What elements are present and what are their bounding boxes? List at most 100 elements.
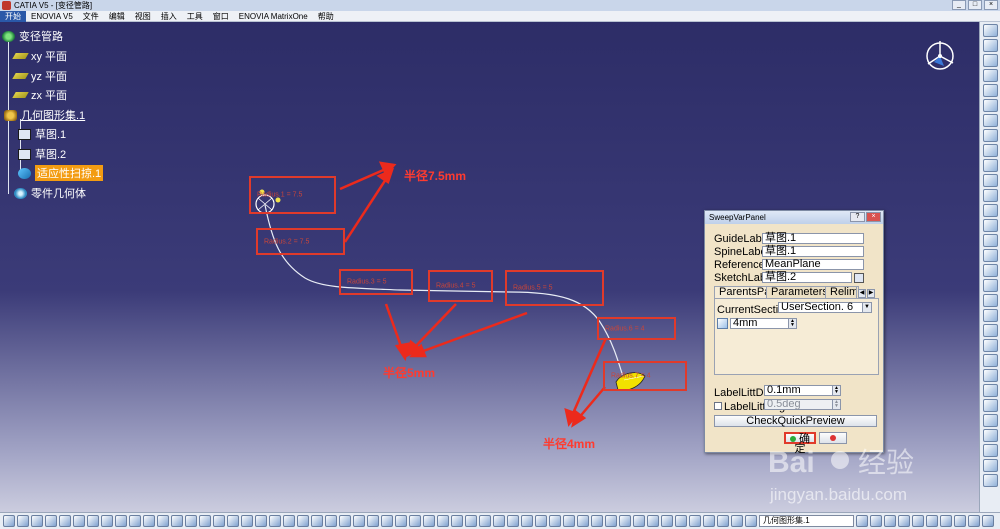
- toolbar-tool-icon[interactable]: [31, 515, 43, 527]
- toolbar-tool-icon[interactable]: [926, 515, 938, 527]
- cancel-button[interactable]: [819, 432, 847, 444]
- spine-field[interactable]: 草图.1: [762, 246, 864, 257]
- toolbar-tool-icon[interactable]: [982, 84, 998, 97]
- help-button[interactable]: ?: [850, 212, 865, 222]
- toolbar-tool-icon[interactable]: [493, 515, 505, 527]
- toolbar-tool-icon[interactable]: [661, 515, 673, 527]
- toolbar-tool-icon[interactable]: [982, 429, 998, 442]
- toolbar-tool-icon[interactable]: [87, 515, 99, 527]
- toolbar-tool-icon[interactable]: [982, 294, 998, 307]
- toolbar-tool-icon[interactable]: [982, 339, 998, 352]
- toolbar-tool-icon[interactable]: [395, 515, 407, 527]
- toolbar-tool-icon[interactable]: [982, 354, 998, 367]
- toolbar-tool-icon[interactable]: [982, 249, 998, 262]
- toolbar-tool-icon[interactable]: [982, 219, 998, 232]
- toolbar-tool-icon[interactable]: [521, 515, 533, 527]
- toolbar-tool-icon[interactable]: [507, 515, 519, 527]
- toolbar-tool-icon[interactable]: [157, 515, 169, 527]
- toolbar-tool-icon[interactable]: [982, 399, 998, 412]
- toolbar-tool-icon[interactable]: [129, 515, 141, 527]
- toolbar-tool-icon[interactable]: [898, 515, 910, 527]
- litt-dev-field[interactable]: 0.1mm ▲ ▼: [764, 385, 841, 396]
- toolbar-tool-icon[interactable]: [982, 54, 998, 67]
- toolbar-tool-icon[interactable]: [884, 515, 896, 527]
- toolbar-tool-icon[interactable]: [325, 515, 337, 527]
- toolbar-tool-icon[interactable]: [241, 515, 253, 527]
- toolbar-tool-icon[interactable]: [73, 515, 85, 527]
- toolbar-tool-icon[interactable]: [213, 515, 225, 527]
- toolbar-tool-icon[interactable]: [675, 515, 687, 527]
- toolbar-tool-icon[interactable]: [101, 515, 113, 527]
- geometrical-set-select[interactable]: 几何图形集.1: [759, 515, 854, 527]
- toolbar-tool-icon[interactable]: [269, 515, 281, 527]
- toolbar-tool-icon[interactable]: [982, 39, 998, 52]
- toolbar-tool-icon[interactable]: [940, 515, 952, 527]
- dialog-close-button[interactable]: ×: [866, 212, 881, 222]
- dialog-title-bar[interactable]: SweepVarPanel ? ×: [705, 211, 883, 224]
- spinner-icon[interactable]: ▲ ▼: [788, 319, 796, 328]
- toolbar-tool-icon[interactable]: [451, 515, 463, 527]
- toolbar-tool-icon[interactable]: [982, 99, 998, 112]
- toolbar-tool-icon[interactable]: [647, 515, 659, 527]
- toolbar-tool-icon[interactable]: [423, 515, 435, 527]
- toolbar-tool-icon[interactable]: [982, 474, 998, 487]
- toolbar-tool-icon[interactable]: [856, 515, 868, 527]
- reference-field[interactable]: MeanPlane: [762, 259, 864, 270]
- toolbar-tool-icon[interactable]: [982, 414, 998, 427]
- toolbar-tool-icon[interactable]: [549, 515, 561, 527]
- sketch-field[interactable]: 草图.2: [762, 272, 852, 283]
- check-quick-preview-button[interactable]: CheckQuickPreview: [714, 415, 877, 427]
- spinner-icon[interactable]: ▲ ▼: [832, 386, 840, 395]
- toolbar-tool-icon[interactable]: [17, 515, 29, 527]
- toolbar-tool-icon[interactable]: [703, 515, 715, 527]
- toolbar-tool-icon[interactable]: [982, 384, 998, 397]
- tab-relimitation[interactable]: Relimitat: [825, 286, 857, 298]
- toolbar-tool-icon[interactable]: [633, 515, 645, 527]
- toolbar-tool-icon[interactable]: [982, 114, 998, 127]
- toolbar-tool-icon[interactable]: [982, 144, 998, 157]
- toolbar-tool-icon[interactable]: [689, 515, 701, 527]
- toolbar-tool-icon[interactable]: [367, 515, 379, 527]
- toolbar-tool-icon[interactable]: [297, 515, 309, 527]
- toolbar-tool-icon[interactable]: [45, 515, 57, 527]
- toolbar-tool-icon[interactable]: [619, 515, 631, 527]
- toolbar-tool-icon[interactable]: [381, 515, 393, 527]
- toolbar-tool-icon[interactable]: [731, 515, 743, 527]
- toolbar-tool-icon[interactable]: [255, 515, 267, 527]
- toolbar-tool-icon[interactable]: [982, 444, 998, 457]
- toolbar-tool-icon[interactable]: [535, 515, 547, 527]
- toolbar-tool-icon[interactable]: [982, 459, 998, 472]
- toolbar-tool-icon[interactable]: [982, 309, 998, 322]
- toolbar-tool-icon[interactable]: [591, 515, 603, 527]
- toolbar-tool-icon[interactable]: [479, 515, 491, 527]
- toolbar-tool-icon[interactable]: [409, 515, 421, 527]
- toolbar-tool-icon[interactable]: [143, 515, 155, 527]
- litt-ang-checkbox[interactable]: [714, 402, 722, 410]
- ok-button[interactable]: 确定: [784, 432, 816, 455]
- toolbar-tool-icon[interactable]: [982, 174, 998, 187]
- toolbar-tool-icon[interactable]: [954, 515, 966, 527]
- toolbar-tool-icon[interactable]: [982, 324, 998, 337]
- toolbar-tool-icon[interactable]: [339, 515, 351, 527]
- tab-scroll-right-button[interactable]: ▶: [867, 289, 875, 298]
- toolbar-tool-icon[interactable]: [870, 515, 882, 527]
- toolbar-tool-icon[interactable]: [59, 515, 71, 527]
- toolbar-tool-icon[interactable]: [982, 159, 998, 172]
- tab-scroll-left-button[interactable]: ◀: [858, 289, 866, 298]
- guide-field[interactable]: 草图.1: [762, 233, 864, 244]
- toolbar-tool-icon[interactable]: [982, 264, 998, 277]
- toolbar-tool-icon[interactable]: [171, 515, 183, 527]
- toolbar-tool-icon[interactable]: [577, 515, 589, 527]
- toolbar-tool-icon[interactable]: [982, 369, 998, 382]
- toolbar-tool-icon[interactable]: [982, 234, 998, 247]
- toolbar-tool-icon[interactable]: [311, 515, 323, 527]
- toolbar-tool-icon[interactable]: [717, 515, 729, 527]
- toolbar-tool-icon[interactable]: [185, 515, 197, 527]
- current-section-select[interactable]: UserSection. 6 ▼: [778, 302, 872, 313]
- toolbar-tool-icon[interactable]: [982, 189, 998, 202]
- toolbar-tool-icon[interactable]: [982, 279, 998, 292]
- toolbar-tool-icon[interactable]: [437, 515, 449, 527]
- toolbar-tool-icon[interactable]: [3, 515, 15, 527]
- toolbar-tool-icon[interactable]: [912, 515, 924, 527]
- toolbar-tool-icon[interactable]: [605, 515, 617, 527]
